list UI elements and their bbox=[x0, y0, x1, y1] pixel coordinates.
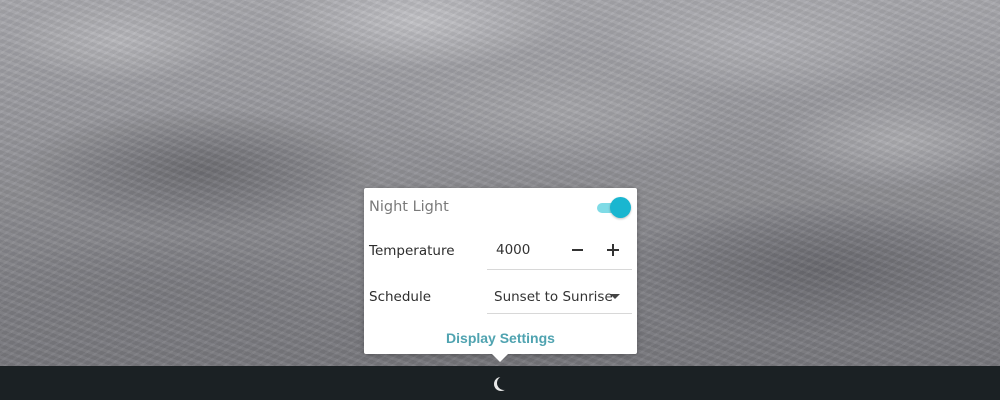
temperature-increase-button[interactable] bbox=[601, 238, 625, 262]
popover-arrow bbox=[492, 354, 508, 362]
temperature-value[interactable]: 4000 bbox=[496, 242, 530, 258]
chevron-down-icon bbox=[610, 294, 620, 299]
plus-icon bbox=[607, 244, 619, 256]
night-light-header: Night Light bbox=[364, 188, 637, 228]
temperature-stepper: 4000 bbox=[487, 232, 632, 270]
temperature-label: Temperature bbox=[369, 243, 455, 259]
toggle-knob bbox=[610, 197, 631, 218]
top-panel bbox=[0, 366, 1000, 400]
night-light-title: Night Light bbox=[369, 199, 449, 215]
schedule-label: Schedule bbox=[369, 289, 432, 305]
temperature-decrease-button[interactable] bbox=[565, 238, 589, 262]
moon-icon bbox=[497, 376, 511, 390]
schedule-value: Sunset to Sunrise bbox=[494, 289, 613, 305]
night-light-toggle[interactable] bbox=[597, 197, 631, 219]
night-light-popover: Night Light Temperature 4000 Schedule Su… bbox=[364, 188, 637, 354]
minus-icon bbox=[571, 249, 583, 251]
schedule-dropdown[interactable]: Sunset to Sunrise bbox=[487, 278, 632, 314]
night-light-indicator-button[interactable] bbox=[490, 373, 510, 393]
display-settings-link[interactable]: Display Settings bbox=[364, 330, 637, 346]
